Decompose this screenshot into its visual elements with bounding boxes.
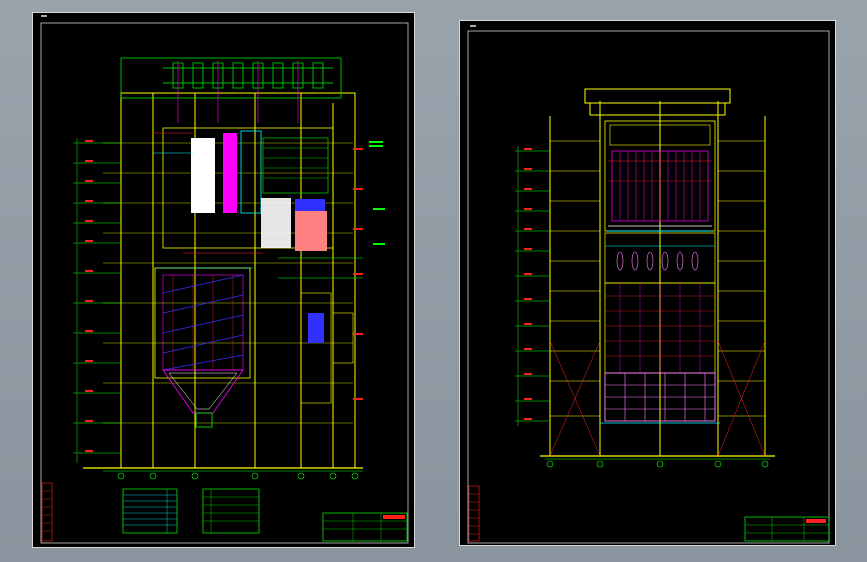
revision-strip-right <box>468 485 480 542</box>
boiler-lower <box>604 282 716 374</box>
elevation-marks-left <box>73 138 121 463</box>
drawing-sheet-right[interactable] <box>459 20 836 546</box>
side-notes-right <box>369 141 385 245</box>
note-table-1 <box>122 488 178 534</box>
structure-columns-right <box>540 88 775 457</box>
drawing-sheet-left[interactable] <box>32 12 415 548</box>
furnace-lower <box>154 252 263 428</box>
front-elevation-drawing <box>467 30 830 544</box>
elevation-marks-right <box>515 146 550 426</box>
elevation-tags-right <box>524 148 532 420</box>
bracing-right <box>549 340 766 457</box>
furnace-upper <box>153 127 334 251</box>
note-table-2 <box>202 488 260 534</box>
frame-levels-right <box>550 140 765 417</box>
title-block-left <box>322 512 408 542</box>
axis-bubbles <box>103 470 363 480</box>
title-block-right <box>744 516 830 542</box>
top-piping <box>120 57 342 99</box>
rear-equipment <box>278 257 363 404</box>
side-elevation-drawing <box>40 22 409 544</box>
axis-bubbles-right <box>545 458 770 468</box>
revision-strip <box>41 482 53 542</box>
